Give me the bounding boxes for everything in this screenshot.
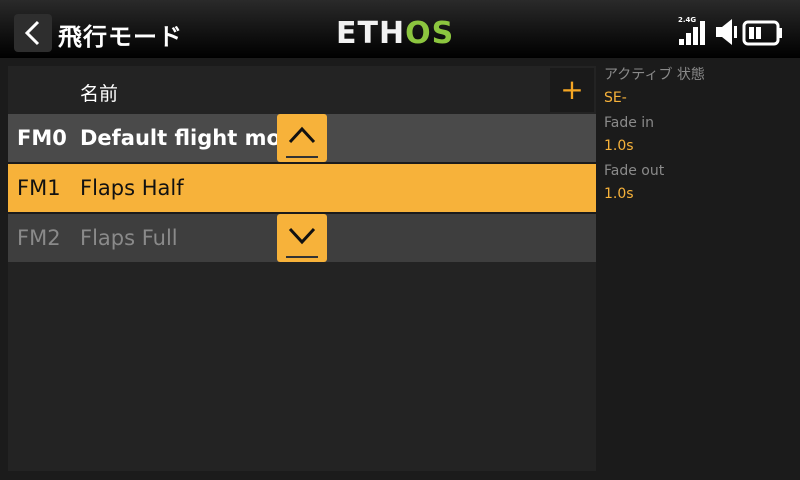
add-button[interactable]: + — [550, 68, 594, 112]
mode-name: Default flight mode — [80, 126, 311, 150]
chevron-up-icon — [288, 126, 316, 144]
rf-band-label: 2.4G — [678, 16, 697, 24]
chevron-left-icon — [24, 20, 40, 46]
ethos-logo: ETHOS — [336, 16, 455, 51]
mode-code: FM0 — [17, 126, 67, 150]
list-item-selected[interactable]: FM1 Flaps Half — [8, 164, 596, 212]
volume-icon — [716, 19, 737, 45]
fade-in-value: 1.0s — [604, 138, 634, 154]
fade-in-label: Fade in — [604, 115, 655, 131]
column-name-header: 名前 — [80, 83, 119, 105]
page-title: 飛行モード — [58, 23, 183, 51]
fade-out-label: Fade out — [604, 163, 665, 179]
flight-mode-list: 名前 + FM0 Default flight mode FM1 Flaps H… — [8, 66, 596, 471]
chevron-down-icon — [288, 227, 316, 245]
back-button[interactable] — [14, 14, 52, 52]
mode-code: FM2 — [17, 226, 61, 250]
mode-name: Flaps Half — [80, 176, 184, 200]
active-condition-value: SE- — [604, 90, 627, 106]
mode-code: FM1 — [17, 176, 61, 200]
move-up-button[interactable] — [277, 114, 327, 162]
active-condition-label: アクティブ 状態 — [604, 67, 705, 83]
fade-out-value: 1.0s — [604, 186, 634, 202]
mode-details: アクティブ 状態 SE- Fade in 1.0s Fade out 1.0s — [604, 66, 794, 210]
list-header: 名前 + — [8, 66, 596, 114]
battery-icon — [742, 20, 782, 46]
status-icons: 2.4G — [676, 16, 796, 48]
mode-name: Flaps Full — [80, 226, 178, 250]
move-down-button[interactable] — [277, 214, 327, 262]
top-bar: 飛行モード ETHOS 2.4G — [0, 0, 800, 58]
